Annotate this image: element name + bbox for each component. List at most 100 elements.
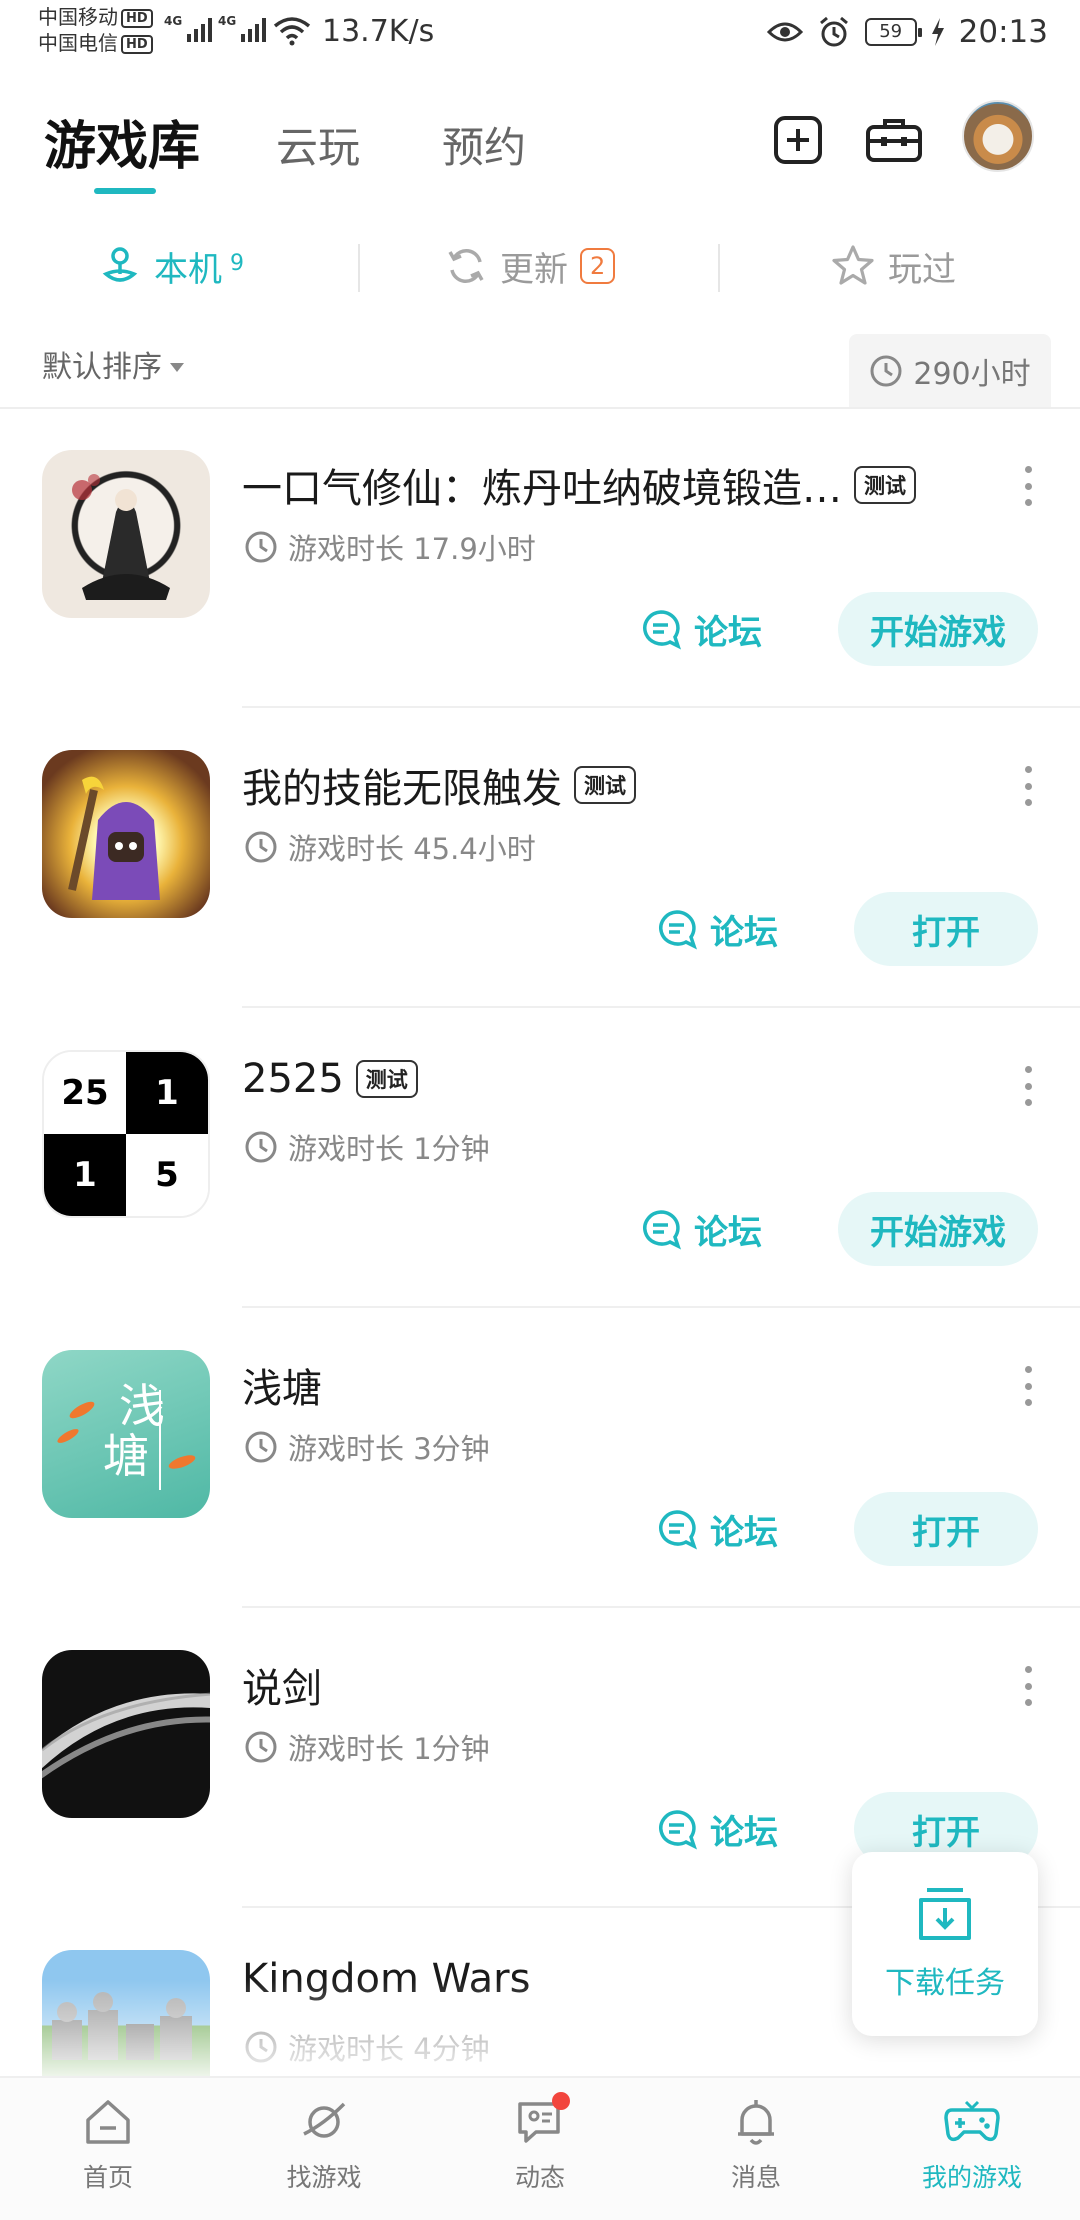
start-game-button[interactable]: 开始游戏 (838, 592, 1038, 666)
forum-label: 论坛 (710, 912, 778, 953)
tab-cloud-play[interactable]: 云玩 (276, 114, 360, 175)
clock-icon (245, 2031, 277, 2063)
nav-home[interactable]: 首页 (0, 2078, 216, 2220)
open-button[interactable]: 打开 (854, 1492, 1038, 1566)
game-playtime-text: 游戏时长 4分钟 (288, 2032, 490, 2066)
nav-feed[interactable]: 动态 (432, 2078, 648, 2220)
clock-icon (870, 355, 902, 387)
game-row[interactable]: 我的技能无限触发 测试 游戏时长 45.4小时 论坛 打开 (0, 708, 1080, 1008)
game-icon: 浅 塘 (42, 1350, 210, 1518)
sort-dropdown[interactable]: 默认排序 (42, 342, 184, 386)
notification-dot (552, 2092, 570, 2110)
star-icon (832, 245, 874, 285)
game-title: 浅塘 (242, 1366, 322, 1412)
open-button[interactable]: 打开 (854, 892, 1038, 966)
game-icon (42, 450, 210, 618)
forum-button[interactable]: 论坛 (656, 1792, 778, 1866)
forum-icon (659, 1810, 697, 1850)
download-tray-icon (919, 1888, 971, 1940)
game-playtime: 游戏时长 4分钟 (244, 2026, 490, 2068)
game-title: Kingdom Wars (242, 1956, 531, 2002)
filter-updates[interactable]: 更新 2 (444, 226, 616, 306)
nav-my-games[interactable]: 我的游戏 (864, 2078, 1080, 2220)
active-tab-indicator (94, 188, 156, 194)
battery-icon: 59 (864, 18, 922, 46)
forum-label: 论坛 (694, 1212, 762, 1253)
forum-button[interactable]: 论坛 (640, 1192, 762, 1266)
game-row[interactable]: 25 1 1 5 2525 测试 游戏时长 1分钟 论坛 开始游戏 (0, 1008, 1080, 1308)
forum-label: 论坛 (694, 612, 762, 653)
icon-text: 塘 (103, 1429, 149, 1483)
refresh-icon (448, 249, 484, 283)
nav-messages[interactable]: 消息 (648, 2078, 864, 2220)
icon-cell: 5 (126, 1134, 208, 1216)
filter-local-count: 9 (230, 250, 244, 276)
game-icon: 25 1 1 5 (42, 1050, 210, 1218)
carrier-2: 中国电信 HD (38, 30, 153, 56)
charging-icon (931, 18, 944, 46)
clock-icon (245, 1731, 277, 1763)
tab-game-library[interactable]: 游戏库 (44, 104, 200, 179)
planet-icon (303, 2102, 346, 2138)
bottom-navigation: 首页 找游戏 动态 消息 我的游戏 (0, 2076, 1080, 2220)
game-title: 说剑 (242, 1666, 322, 1712)
forum-icon (643, 1210, 681, 1250)
wifi-icon (273, 17, 311, 46)
more-options-icon[interactable] (1016, 1366, 1040, 1406)
game-playtime-text: 游戏时长 45.4小时 (288, 832, 536, 866)
download-tasks-label: 下载任务 (885, 1966, 1005, 2001)
clock-icon (245, 831, 277, 863)
sort-bar: 默认排序 290小时 (0, 334, 1080, 408)
filter-played-label: 玩过 (888, 249, 956, 290)
signal-icon-2: 4G (218, 14, 267, 42)
download-tasks-button[interactable]: 下载任务 (852, 1852, 1038, 2036)
game-playtime: 游戏时长 1分钟 (244, 1126, 490, 1168)
game-title: 2525 (242, 1056, 344, 1102)
filter-local-label: 本机 (154, 249, 222, 290)
bell-icon (738, 2100, 774, 2145)
nav-my-games-label: 我的游戏 (921, 2163, 1022, 2192)
toolbox-icon[interactable] (862, 108, 926, 172)
more-options-icon[interactable] (1016, 1066, 1040, 1106)
divider (718, 244, 720, 292)
forum-icon (659, 1510, 697, 1550)
game-title: 一口气修仙：炼丹吐纳破境锻造… (242, 466, 842, 512)
game-icon (42, 1950, 210, 2076)
forum-button[interactable]: 论坛 (656, 1492, 778, 1566)
game-playtime-text: 游戏时长 1分钟 (288, 1732, 490, 1766)
forum-button[interactable]: 论坛 (640, 592, 762, 666)
more-options-icon[interactable] (1016, 1666, 1040, 1706)
more-options-icon[interactable] (1016, 766, 1040, 806)
icon-cell: 1 (44, 1134, 126, 1216)
clock-icon (245, 1131, 277, 1163)
game-title-row: 浅塘 (242, 1356, 322, 1414)
update-count-badge: 2 (580, 248, 616, 284)
game-playtime: 游戏时长 45.4小时 (244, 826, 536, 868)
nav-find-label: 找游戏 (286, 2163, 362, 2192)
start-game-button[interactable]: 开始游戏 (838, 1192, 1038, 1266)
game-row[interactable]: 浅 塘 浅塘 游戏时长 3分钟 论坛 打开 (0, 1308, 1080, 1608)
filter-played[interactable]: 玩过 (830, 226, 956, 306)
library-filters: 本机 9 更新 2 玩过 (0, 226, 1080, 306)
forum-button[interactable]: 论坛 (656, 892, 778, 966)
status-bar: 中国移动 HD 中国电信 HD 4G 4G 13.7K/s 59 20:13 (0, 0, 1080, 64)
top-tabs: 游戏库 云玩 预约 (0, 96, 1080, 206)
add-icon[interactable] (766, 108, 830, 172)
filter-local[interactable]: 本机 9 (98, 226, 244, 306)
forum-label: 论坛 (710, 1512, 778, 1553)
game-title-row: 一口气修仙：炼丹吐纳破境锻造… 测试 (242, 456, 916, 514)
tab-reservations[interactable]: 预约 (442, 114, 526, 175)
game-title-row: 2525 测试 (242, 1056, 418, 1102)
game-title: 我的技能无限触发 (242, 766, 562, 812)
forum-icon (643, 610, 681, 650)
more-options-icon[interactable] (1016, 466, 1040, 506)
clock-icon (245, 531, 277, 563)
carrier-1: 中国移动 HD (38, 4, 153, 30)
avatar[interactable] (962, 100, 1034, 172)
test-tag: 测试 (854, 466, 916, 504)
game-row[interactable]: 一口气修仙：炼丹吐纳破境锻造… 测试 游戏时长 17.9小时 论坛 开始游戏 (0, 408, 1080, 708)
gamepad-icon (944, 2100, 1000, 2142)
game-icon (42, 750, 210, 918)
nav-find-games[interactable]: 找游戏 (216, 2078, 432, 2220)
icon-cell: 25 (44, 1052, 126, 1134)
